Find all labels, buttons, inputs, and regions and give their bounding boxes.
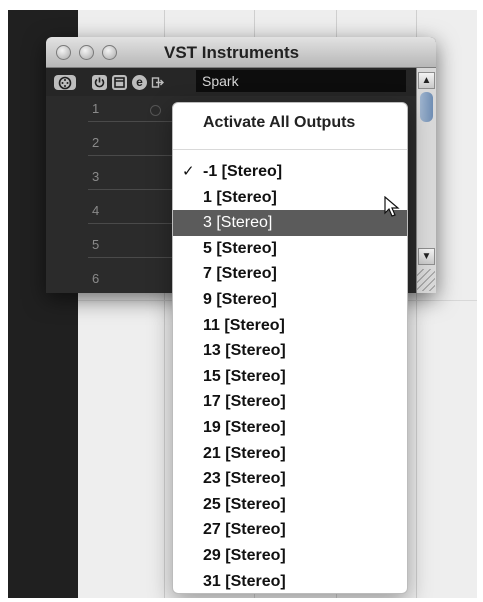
output-menu-item[interactable]: 11 [Stereo] (173, 313, 407, 339)
mouse-cursor-icon (384, 196, 400, 217)
scroll-down-arrow-icon[interactable]: ▼ (418, 248, 435, 265)
window-titlebar[interactable]: VST Instruments (46, 37, 436, 68)
close-window-button[interactable] (56, 45, 71, 60)
midi-icon[interactable] (54, 75, 76, 90)
minimize-window-button[interactable] (79, 45, 94, 60)
output-menu-item-label: 13 [Stereo] (203, 342, 286, 360)
output-menu-item[interactable]: 23 [Stereo] (173, 466, 407, 492)
output-menu-item-label: 23 [Stereo] (203, 470, 286, 488)
output-menu-item[interactable]: 5 [Stereo] (173, 236, 407, 262)
output-icon[interactable] (150, 75, 165, 90)
activate-all-outputs-item[interactable]: Activate All Outputs (173, 103, 407, 143)
output-menu-item-label: 5 [Stereo] (203, 239, 277, 257)
output-menu-item-label: 17 [Stereo] (203, 393, 286, 411)
slot-number[interactable]: 2 (92, 135, 172, 150)
power-icon[interactable] (92, 75, 107, 90)
output-menu-item[interactable]: 9 [Stereo] (173, 287, 407, 313)
output-menu-item-label: 27 [Stereo] (203, 521, 286, 539)
output-menu-item[interactable]: 25 [Stereo] (173, 492, 407, 518)
output-menu-item[interactable]: 15 [Stereo] (173, 364, 407, 390)
slot-number[interactable]: 3 (92, 169, 172, 184)
zoom-window-button[interactable] (102, 45, 117, 60)
output-menu-item[interactable]: 31 [Stereo] (173, 569, 407, 595)
edit-window-icon[interactable] (112, 75, 127, 90)
output-popup-menu: Activate All Outputs ✓ -1 [Stereo] 1 [Ster… (172, 102, 408, 594)
output-menu-item-label: 21 [Stereo] (203, 444, 286, 462)
scroll-thumb[interactable] (420, 92, 433, 122)
output-menu-item[interactable]: 1 [Stereo] (173, 185, 407, 211)
output-menu-item-label: 25 [Stereo] (203, 495, 286, 513)
output-menu-item[interactable]: 19 [Stereo] (173, 415, 407, 441)
instrument-name-field[interactable]: Spark (196, 70, 406, 92)
screenshot-frame: VST Instruments e Spark 1 2 3 4 5 6 ▲ ▼ … (8, 10, 477, 598)
output-menu-item-label: 11 [Stereo] (203, 316, 285, 334)
output-menu-item[interactable]: 3 [Stereo] (173, 210, 407, 237)
output-menu-item-label: 3 [Stereo] (203, 214, 273, 232)
checkmark-icon: ✓ (182, 163, 195, 180)
output-menu-item-label: 7 [Stereo] (203, 265, 277, 283)
output-menu-item-label: 15 [Stereo] (203, 367, 286, 385)
output-menu-item[interactable]: 7 [Stereo] (173, 261, 407, 287)
e-icon[interactable]: e (132, 75, 147, 90)
output-menu-item-label: 19 [Stereo] (203, 419, 286, 436)
window-title: VST Instruments (164, 43, 300, 62)
slot-number[interactable]: 5 (92, 237, 172, 252)
output-menu-item-label: -1 [Stereo] (203, 163, 283, 180)
slot-number[interactable]: 6 (92, 271, 172, 286)
output-menu-item-label: 29 [Stereo] (203, 547, 286, 564)
output-menu-item[interactable]: 27 [Stereo] (173, 517, 407, 543)
slot-number[interactable]: 4 (92, 203, 172, 218)
output-menu-item[interactable]: 13 [Stereo] (173, 338, 407, 364)
output-menu-item[interactable]: ✓ -1 [Stereo] (173, 159, 407, 185)
slot-activate-indicator[interactable] (150, 105, 161, 116)
output-menu-item-label: 1 [Stereo] (203, 188, 277, 206)
output-menu-item-label: 9 [Stereo] (203, 291, 277, 308)
scroll-up-arrow-icon[interactable]: ▲ (418, 72, 435, 89)
output-menu-item[interactable]: 21 [Stereo] (173, 441, 407, 467)
menu-separator (173, 149, 407, 150)
output-menu-item[interactable]: 17 [Stereo] (173, 389, 407, 415)
output-menu-item-label: 31 [Stereo] (203, 572, 286, 590)
resize-grip-icon[interactable] (417, 269, 435, 291)
vertical-scrollbar[interactable]: ▲ ▼ (416, 68, 436, 293)
output-menu-item[interactable]: 29 [Stereo] (173, 543, 407, 569)
